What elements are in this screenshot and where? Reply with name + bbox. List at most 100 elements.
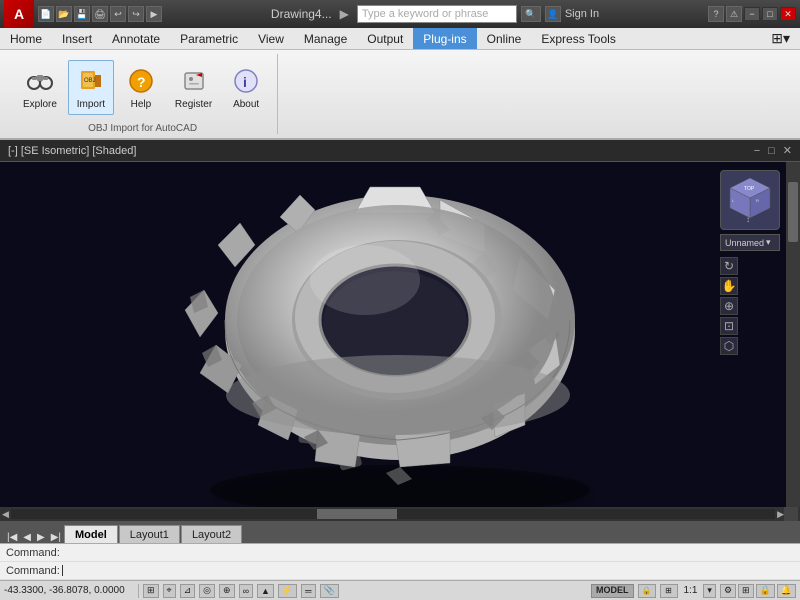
menu-parametric[interactable]: Parametric (170, 28, 248, 49)
unnamed-view-btn[interactable]: Unnamed ▾ (720, 234, 780, 251)
hscroll-thumb[interactable] (317, 509, 397, 519)
tab-nav-next[interactable]: ▶ (34, 532, 48, 543)
viewport-header: [-] [SE Isometric] [Shaded] − □ ✕ (0, 140, 800, 162)
undo-btn[interactable]: ↩ (110, 6, 126, 22)
ortho-toggle[interactable]: ⊿ (180, 584, 196, 598)
about-icon: i (230, 65, 262, 97)
tab-bar: |◀ ◀ ▶ ▶| Model Layout1 Layout2 (0, 521, 800, 543)
hscroll-right[interactable]: ▶ (777, 509, 784, 520)
tab-nav-right[interactable]: ▶| (48, 532, 64, 543)
sign-in-label[interactable]: Sign In (565, 8, 599, 20)
svg-text:TOP: TOP (744, 186, 755, 192)
print-btn[interactable]: 🖨 (92, 6, 108, 22)
tab-model[interactable]: Model (64, 525, 118, 543)
search-icon[interactable]: 🔍 (521, 6, 541, 22)
more-btn[interactable]: ▶ (146, 6, 162, 22)
tab-nav-prev[interactable]: ◀ (20, 532, 34, 543)
otrack-toggle[interactable]: ∞ (239, 584, 253, 598)
cursor-blink (62, 565, 63, 576)
menu-express-tools[interactable]: Express Tools (531, 28, 625, 49)
polar-toggle[interactable]: ◎ (199, 584, 215, 598)
import-icon: OBJ (75, 65, 107, 97)
quick-access-toolbar: 📄 📂 💾 🖨 ↩ ↪ ▶ (38, 6, 162, 22)
save-btn[interactable]: 💾 (74, 6, 90, 22)
anno-scale-btn[interactable]: ▾ (703, 584, 716, 598)
tp-toggle[interactable]: 📎 (320, 584, 339, 598)
menu-online[interactable]: Online (477, 28, 532, 49)
dyn-toggle[interactable]: ⚡ (278, 584, 297, 598)
menu-view[interactable]: View (248, 28, 294, 49)
osnap-toggle[interactable]: ⊕ (219, 584, 235, 598)
import-label: Import (77, 99, 105, 110)
settings-btn[interactable]: ⚙ (720, 584, 736, 598)
scrollbar-thumb[interactable] (788, 182, 798, 242)
lock-btn[interactable]: 🔒 (756, 584, 775, 598)
viewport-scrollbar[interactable] (786, 162, 800, 507)
help-ribbon-btn[interactable]: ? Help (118, 60, 164, 115)
tab-layout2[interactable]: Layout2 (181, 525, 242, 543)
open-btn[interactable]: 📂 (56, 6, 72, 22)
model-space-btn[interactable]: MODEL (591, 584, 634, 598)
orbit-btn[interactable]: ↻ (720, 257, 738, 275)
coordinates-display: -43.3300, -36.8078, 0.0000 (4, 585, 134, 596)
warning-btn[interactable]: ⚠ (726, 6, 742, 22)
vp-scale[interactable]: ⊞ (660, 584, 678, 598)
workspace-btn[interactable]: ⊞ (738, 584, 754, 598)
ribbon: Explore OBJ Import (0, 50, 800, 140)
lw-toggle[interactable]: ═ (301, 584, 315, 598)
filename-label: Drawing4... (271, 7, 332, 21)
menu-plugins[interactable]: Plug-ins (413, 28, 476, 49)
minimize-btn[interactable]: − (744, 7, 760, 21)
ducs-toggle[interactable]: ▲ (257, 584, 274, 598)
vp-lock[interactable]: 🔒 (638, 584, 656, 598)
vp-maximize-btn[interactable]: □ (768, 145, 775, 157)
filename-arrow: ▶ (340, 7, 349, 21)
tab-nav-left[interactable]: |◀ (4, 532, 20, 543)
binoculars-icon (24, 65, 56, 97)
notify-btn[interactable]: 🔔 (777, 584, 796, 598)
search-box[interactable]: Type a keyword or phrase (357, 5, 517, 23)
ribbon-buttons: Explore OBJ Import (16, 54, 269, 121)
title-bar-center: Drawing4... ▶ Type a keyword or phrase 🔍… (162, 5, 708, 23)
viewport-wrapper: [-] [SE Isometric] [Shaded] − □ ✕ (0, 140, 800, 600)
user-icon[interactable]: 👤 (545, 6, 561, 22)
import-btn[interactable]: OBJ Import (68, 60, 114, 115)
hscroll-track[interactable] (11, 509, 775, 519)
command-area: Command: Command: (0, 543, 800, 580)
menu-home[interactable]: Home (0, 28, 52, 49)
tab-layout1[interactable]: Layout1 (119, 525, 180, 543)
help-label: Help (131, 99, 152, 110)
search-placeholder: Type a keyword or phrase (362, 8, 489, 20)
pan-btn[interactable]: ✋ (720, 277, 738, 295)
autocad-logo: A (4, 0, 34, 28)
explore-btn[interactable]: Explore (16, 60, 64, 115)
register-btn[interactable]: Register (168, 60, 219, 115)
status-bar: -43.3300, -36.8078, 0.0000 ⊞ ⌖ ⊿ ◎ ⊕ ∞ ▲… (0, 580, 800, 600)
redo-btn[interactable]: ↪ (128, 6, 144, 22)
new-btn[interactable]: 📄 (38, 6, 54, 22)
menu-annotate[interactable]: Annotate (102, 28, 170, 49)
nav-cube[interactable]: TOP R L ↕ (720, 170, 780, 230)
menu-output[interactable]: Output (357, 28, 413, 49)
scroll-corner (784, 507, 798, 521)
help-btn[interactable]: ? (708, 6, 724, 22)
menu-extra[interactable]: ⊞▾ (761, 28, 800, 49)
menu-manage[interactable]: Manage (294, 28, 357, 49)
snap-toggle[interactable]: ⌖ (163, 584, 176, 598)
extents-btn[interactable]: ⊡ (720, 317, 738, 335)
hscroll-left[interactable]: ◀ (2, 509, 9, 520)
maximize-btn[interactable]: □ (762, 7, 778, 21)
zoom-btn[interactable]: ⊕ (720, 297, 738, 315)
prev-view-btn[interactable]: ⬡ (720, 337, 738, 355)
viewport-title: [-] [SE Isometric] [Shaded] (8, 145, 136, 157)
svg-text:?: ? (137, 74, 146, 90)
menu-insert[interactable]: Insert (52, 28, 102, 49)
vp-close-btn[interactable]: ✕ (783, 144, 792, 157)
hscrollbar: ◀ ▶ (0, 507, 800, 521)
command-line-2[interactable]: Command: (0, 562, 800, 580)
close-btn[interactable]: ✕ (780, 7, 796, 21)
vp-minimize-btn[interactable]: − (754, 145, 760, 157)
viewport-header-right: − □ ✕ (754, 144, 792, 157)
grid-toggle[interactable]: ⊞ (143, 584, 159, 598)
about-btn[interactable]: i About (223, 60, 269, 115)
